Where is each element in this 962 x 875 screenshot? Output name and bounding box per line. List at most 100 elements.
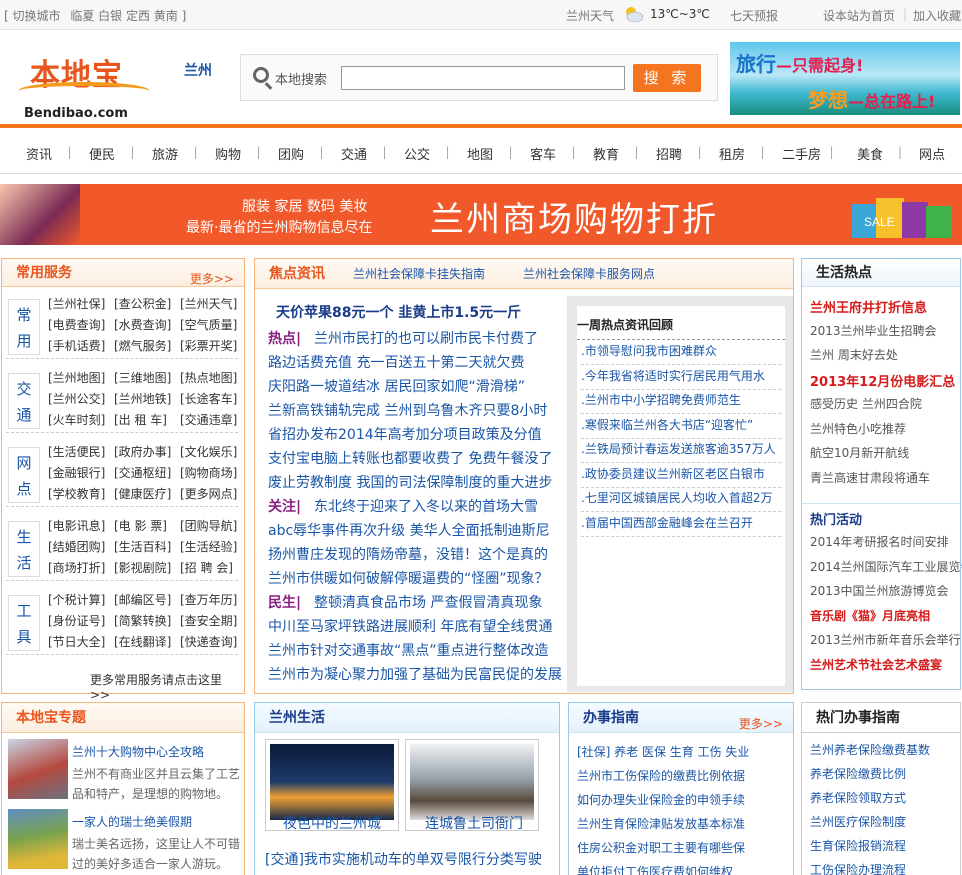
nav-item-11[interactable]: 租房 — [719, 144, 745, 163]
service-link[interactable]: [兰州地图] — [48, 369, 105, 386]
guide-item[interactable]: 兰州生育保险津贴发放基本标准 — [577, 815, 745, 832]
service-link[interactable]: [三维地图] — [114, 369, 171, 386]
service-link[interactable]: [长途客车] — [180, 390, 237, 407]
nav-item-9[interactable]: 教育 — [593, 144, 619, 163]
weekly-item[interactable]: .今年我省将适时实行居民用气用水 — [581, 367, 781, 390]
weekly-item[interactable]: .政协委员建议兰州新区老区白银市 — [581, 465, 781, 488]
life-hot-item[interactable]: 感受历史 兰州四合院 — [810, 395, 922, 412]
set-homepage-link[interactable]: 设本站为首页 — [823, 7, 895, 24]
weekly-item[interactable]: .寒假来临兰州各大书店“迎客忙” — [581, 416, 781, 439]
life-hot-item[interactable]: 航空10月新开航线 — [810, 444, 909, 461]
news-link[interactable]: 兰州市供暖如何破解停暖逼费的“怪圈”现象？ — [268, 568, 549, 588]
bookmark-link[interactable]: 加入收藏 — [913, 7, 961, 24]
service-link[interactable]: [在线翻译] — [114, 633, 171, 650]
news-link[interactable]: 兰州市针对交通事故“黑点”重点进行整体改造 — [268, 640, 549, 660]
service-link[interactable]: [生活百科] — [114, 538, 171, 555]
service-link[interactable]: [彩票开奖] — [180, 337, 237, 354]
service-link[interactable]: [团购导航] — [180, 517, 237, 534]
guide-more-link[interactable]: 更多>> — [739, 709, 783, 739]
travel-ad-banner[interactable]: 旅行—只需起身! 梦想—总在路上! — [730, 42, 960, 115]
switch-city-link[interactable]: [ 切换城市 — [4, 9, 61, 23]
service-link[interactable]: [更多网点] — [180, 485, 237, 502]
current-city[interactable]: 兰州 — [184, 60, 212, 80]
topic-photo-2[interactable] — [8, 809, 68, 869]
activity-item[interactable]: 2014年考研报名时间安排 — [810, 533, 949, 550]
photo-caption-2[interactable]: 连城鲁土司衙门 — [425, 813, 523, 833]
nav-item-3[interactable]: 购物 — [215, 144, 241, 163]
news-link[interactable]: 支付宝电脑上转账也都要收费了 免费午餐没了 — [268, 448, 552, 468]
service-link[interactable]: [电影讯息] — [48, 517, 105, 534]
service-link[interactable]: [金融银行] — [48, 464, 105, 481]
service-link[interactable]: [生活便民] — [48, 443, 105, 460]
activity-item[interactable]: 音乐剧《猫》月底亮相 — [810, 607, 930, 624]
activity-item[interactable]: 兰州艺术节社会艺术盛宴 — [810, 656, 942, 673]
news-link[interactable]: 扬州曹庄发现的隋炀帝墓，没错！这个是真的 — [268, 544, 548, 564]
service-link[interactable]: [政府办事] — [114, 443, 171, 460]
hot-guide-item[interactable]: 养老保险缴费比例 — [810, 765, 906, 782]
activity-item[interactable]: 2014兰州国际汽车工业展览会 — [810, 558, 962, 575]
weekly-item[interactable]: .首届中国西部金融峰会在兰召开 — [581, 514, 781, 537]
news-link[interactable]: 东北终于迎来了入冬以来的首场大雪 — [314, 496, 538, 516]
topic-title-2[interactable]: 一家人的瑞士绝美假期 — [72, 813, 192, 830]
service-link[interactable]: [查万年历] — [180, 591, 237, 608]
weekly-item[interactable]: .兰铁局预计春运发送旅客逾357万人 — [581, 440, 781, 463]
search-input[interactable] — [341, 66, 625, 90]
service-link[interactable]: [电费查询] — [48, 316, 105, 333]
service-link[interactable]: [手机话费] — [48, 337, 105, 354]
news-link[interactable]: 废止劳教制度 我国的司法保障制度的重大进步 — [268, 472, 552, 492]
guide-item[interactable]: 兰州市工伤保险的缴费比例依据 — [577, 767, 745, 784]
topic-title-1[interactable]: 兰州十大购物中心全攻略 — [72, 743, 204, 760]
life-hot-item[interactable]: 兰州 周末好去处 — [810, 346, 898, 363]
guide-item[interactable]: 住房公积金对职工主要有哪些保 — [577, 839, 745, 856]
service-link[interactable]: [简繁转换] — [114, 612, 171, 629]
site-logo[interactable]: 本地宝 Bendibao.com — [10, 46, 150, 126]
service-link[interactable]: [火车时刻] — [48, 411, 105, 428]
nav-item-0[interactable]: 资讯 — [26, 144, 52, 163]
nearby-cities[interactable]: 临夏 白银 定西 黄南 ] — [70, 9, 186, 23]
service-link[interactable]: [身份证号] — [48, 612, 105, 629]
news-link[interactable]: 兰州市民打的也可以刷市民卡付费了 — [314, 328, 538, 348]
guide-item[interactable]: 单位拒付工伤医疗费如何维权 — [577, 863, 733, 875]
service-link[interactable]: [影视剧院] — [114, 559, 171, 576]
service-link[interactable]: [文化娱乐] — [180, 443, 237, 460]
activity-item[interactable]: 2013兰州市新年音乐会举行 — [810, 631, 961, 648]
service-link[interactable]: [空气质量] — [180, 316, 237, 333]
life-hot-item[interactable]: 2013年12月份电影汇总 — [810, 371, 955, 390]
weekly-item[interactable]: .七里河区城镇居民人均收入首超2万 — [581, 489, 781, 512]
nav-item-5[interactable]: 交通 — [341, 144, 367, 163]
photo-caption-1[interactable]: 夜色中的兰州城 — [283, 813, 381, 833]
weekly-item[interactable]: .兰州市中小学招聘免费师范生 — [581, 391, 781, 414]
nav-item-10[interactable]: 招聘 — [656, 144, 682, 163]
life-hot-item[interactable]: 兰州王府井打折信息 — [810, 297, 927, 316]
activity-item[interactable]: 2013中国兰州旅游博览会 — [810, 582, 949, 599]
service-link[interactable]: [商场打折] — [48, 559, 105, 576]
hot-guide-item[interactable]: 兰州养老保险缴费基数 — [810, 741, 930, 758]
life-hot-item[interactable]: 青兰高速甘肃段将通车 — [810, 469, 930, 486]
service-link[interactable]: [快递查询] — [180, 633, 237, 650]
service-link[interactable]: [节日大全] — [48, 633, 105, 650]
guide-item[interactable]: 如何办理失业保险金的申领手续 — [577, 791, 745, 808]
news-link[interactable]: 路边话费充值 充一百送五十第二天就欠费 — [268, 352, 524, 372]
weekly-item[interactable]: .市领导慰问我市困难群众 — [581, 342, 781, 365]
service-link[interactable]: [交通枢纽] — [114, 464, 171, 481]
service-link[interactable]: [学校教育] — [48, 485, 105, 502]
focus-tab-2[interactable]: 兰州社会保障卡服务网点 — [523, 259, 655, 289]
nav-item-8[interactable]: 客车 — [530, 144, 556, 163]
news-link[interactable]: 省招办发布2014年高考加分项目政策及分值 — [268, 424, 542, 444]
nav-item-14[interactable]: 网点 — [919, 144, 945, 163]
guide-tags[interactable]: [社保] 养老 医保 生育 工伤 失业 — [577, 743, 749, 760]
service-link[interactable]: [兰州地铁] — [114, 390, 171, 407]
service-link[interactable]: [热点地图] — [180, 369, 237, 386]
services-more-footer[interactable]: 更多常用服务请点击这里 >> — [90, 671, 244, 702]
hot-guide-item[interactable]: 养老保险领取方式 — [810, 789, 906, 806]
service-link[interactable]: [燃气服务] — [114, 337, 171, 354]
lanzhou-life-news[interactable]: [交通]我市实施机动车的单双号限行分类写驶 — [265, 849, 542, 869]
service-link[interactable]: [兰州天气] — [180, 295, 237, 312]
hot-guide-item[interactable]: 工伤保险办理流程 — [810, 861, 906, 875]
nav-item-1[interactable]: 便民 — [89, 144, 115, 163]
focus-tab-1[interactable]: 兰州社会保障卡挂失指南 — [353, 259, 485, 289]
service-link[interactable]: [健康医疗] — [114, 485, 171, 502]
service-link[interactable]: [招 聘 会] — [180, 559, 233, 576]
news-link[interactable]: 兰新高铁铺轨完成 兰州到乌鲁木齐只要8小时 — [268, 400, 547, 420]
service-link[interactable]: [兰州社保] — [48, 295, 105, 312]
